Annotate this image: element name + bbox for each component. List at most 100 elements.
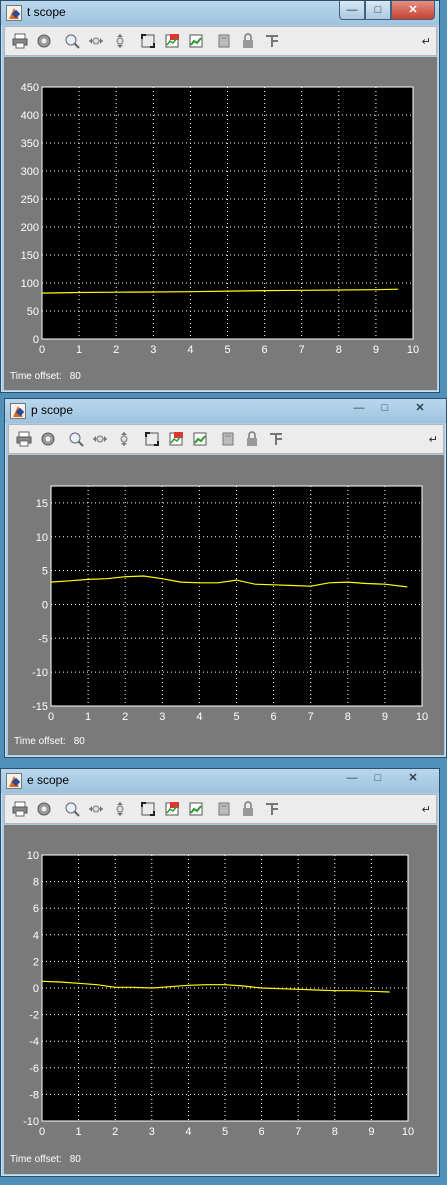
- y-tick-label: -15: [32, 701, 48, 713]
- zoom-x-icon[interactable]: [85, 30, 107, 52]
- print-icon[interactable]: [13, 428, 35, 450]
- x-tick-label: 7: [299, 344, 305, 356]
- x-tick-label: 1: [85, 711, 91, 723]
- x-tick-label: 6: [271, 711, 277, 723]
- toolbar-chevron-icon[interactable]: ↵: [422, 35, 431, 48]
- restore-axes-settings-icon[interactable]: [185, 30, 207, 52]
- x-tick-label: 9: [373, 344, 379, 356]
- x-tick-label: 6: [259, 1126, 265, 1138]
- time-offset: Time offset: 80: [14, 736, 85, 747]
- floating-scope-icon[interactable]: [213, 798, 235, 820]
- parameters-gear-icon[interactable]: [33, 798, 55, 820]
- y-tick-label: 300: [21, 166, 39, 178]
- x-tick-label: 2: [122, 711, 128, 723]
- restore-axes-settings-icon[interactable]: [185, 798, 207, 820]
- lock-axes-icon[interactable]: [237, 798, 259, 820]
- y-tick-label: -8: [29, 1089, 39, 1101]
- y-tick-label: 0: [42, 599, 48, 611]
- y-tick-label: 6: [33, 903, 39, 915]
- x-tick-label: 9: [382, 711, 388, 723]
- zoom-x-icon[interactable]: [85, 798, 107, 820]
- parameters-gear-icon[interactable]: [37, 428, 59, 450]
- toolbar-chevron-icon[interactable]: ↵: [429, 433, 438, 446]
- parameters-gear-icon[interactable]: [33, 30, 55, 52]
- y-tick-label: -2: [29, 1010, 39, 1022]
- matlab-icon: [10, 403, 26, 419]
- y-tick-label: 250: [21, 194, 39, 206]
- maximize-button[interactable]: □: [365, 769, 391, 788]
- close-button[interactable]: ✕: [391, 769, 435, 788]
- y-tick-label: -4: [29, 1036, 39, 1048]
- minimize-button[interactable]: —: [339, 1, 365, 20]
- y-tick-label: 150: [21, 250, 39, 262]
- y-tick-label: -10: [23, 1116, 39, 1128]
- title-bar[interactable]: e scope — □ ✕: [1, 769, 439, 793]
- plot-t: 0 1 2 3 4 5 6 7 8 9 10050100150200250300350400450: [21, 82, 419, 356]
- figure-area: 0 1 2 3 4 5 6 7 8 9 10 -10 -8 -6 -4 -2 0 2 4 6 8 10 Time offs…: [4, 825, 437, 1174]
- title-bar[interactable]: p scope — □ ✕: [5, 399, 446, 423]
- x-tick-label: 4: [196, 711, 202, 723]
- matlab-icon: [6, 5, 22, 21]
- time-offset-value: 80: [69, 371, 81, 382]
- plot-p: 0 1 2 3 4 5 6 7 8 9 10 -15 -10 -5 0 5 10 15: [32, 485, 428, 723]
- close-button[interactable]: ✕: [398, 399, 442, 418]
- signal-selector-icon[interactable]: [261, 30, 283, 52]
- toolbar: ↵: [8, 424, 444, 454]
- window-title: e scope: [27, 773, 70, 787]
- zoom-y-icon[interactable]: [109, 798, 131, 820]
- maximize-button[interactable]: □: [365, 1, 391, 20]
- close-button[interactable]: ✕: [391, 1, 435, 20]
- y-tick-label: -5: [38, 633, 48, 645]
- restore-axes-settings-icon[interactable]: [189, 428, 211, 450]
- time-offset-label: Time offset:: [10, 371, 62, 382]
- matlab-icon: [6, 773, 22, 789]
- floating-scope-icon[interactable]: [217, 428, 239, 450]
- print-icon[interactable]: [9, 30, 31, 52]
- autoscale-icon[interactable]: [137, 30, 159, 52]
- y-tick-label: 10: [27, 850, 39, 862]
- x-tick-label: 2: [112, 1126, 118, 1138]
- lock-axes-icon[interactable]: [241, 428, 263, 450]
- save-axes-settings-icon[interactable]: [165, 428, 187, 450]
- time-offset-value: 80: [69, 1154, 81, 1165]
- y-tick-label: 15: [36, 498, 48, 510]
- x-tick-label: 4: [185, 1126, 191, 1138]
- toolbar-chevron-icon[interactable]: ↵: [422, 803, 431, 816]
- save-axes-settings-icon[interactable]: [161, 798, 183, 820]
- zoom-in-icon[interactable]: [61, 798, 83, 820]
- x-tick-label: 5: [222, 1126, 228, 1138]
- minimize-button[interactable]: —: [339, 769, 365, 788]
- y-tick-label: 5: [42, 566, 48, 578]
- print-icon[interactable]: [9, 798, 31, 820]
- x-tick-label: 10: [416, 711, 428, 723]
- y-tick-label: 4: [33, 930, 39, 942]
- save-axes-settings-icon[interactable]: [161, 30, 183, 52]
- x-tick-label: 10: [407, 344, 419, 356]
- y-tick-label: 400: [21, 110, 39, 122]
- maximize-button[interactable]: □: [372, 399, 398, 418]
- x-tick-label: 0: [48, 711, 54, 723]
- y-tick-label: 0: [33, 334, 39, 346]
- y-tick-label: 50: [27, 306, 39, 318]
- x-tick-label: 8: [336, 344, 342, 356]
- autoscale-icon[interactable]: [137, 798, 159, 820]
- time-offset: Time offset: 80: [10, 371, 81, 382]
- x-tick-label: 0: [39, 1126, 45, 1138]
- x-tick-label: 2: [113, 344, 119, 356]
- lock-axes-icon[interactable]: [237, 30, 259, 52]
- autoscale-icon[interactable]: [141, 428, 163, 450]
- zoom-y-icon[interactable]: [109, 30, 131, 52]
- x-tick-label: 4: [187, 344, 193, 356]
- title-bar[interactable]: t scope — □ ✕: [1, 1, 439, 25]
- zoom-in-icon[interactable]: [61, 30, 83, 52]
- zoom-in-icon[interactable]: [65, 428, 87, 450]
- window-title: t scope: [27, 5, 66, 19]
- signal-selector-icon[interactable]: [265, 428, 287, 450]
- zoom-x-icon[interactable]: [89, 428, 111, 450]
- signal-selector-icon[interactable]: [261, 798, 283, 820]
- floating-scope-icon[interactable]: [213, 30, 235, 52]
- zoom-y-icon[interactable]: [113, 428, 135, 450]
- x-tick-label: 3: [150, 344, 156, 356]
- x-tick-label: 6: [262, 344, 268, 356]
- minimize-button[interactable]: —: [346, 399, 372, 418]
